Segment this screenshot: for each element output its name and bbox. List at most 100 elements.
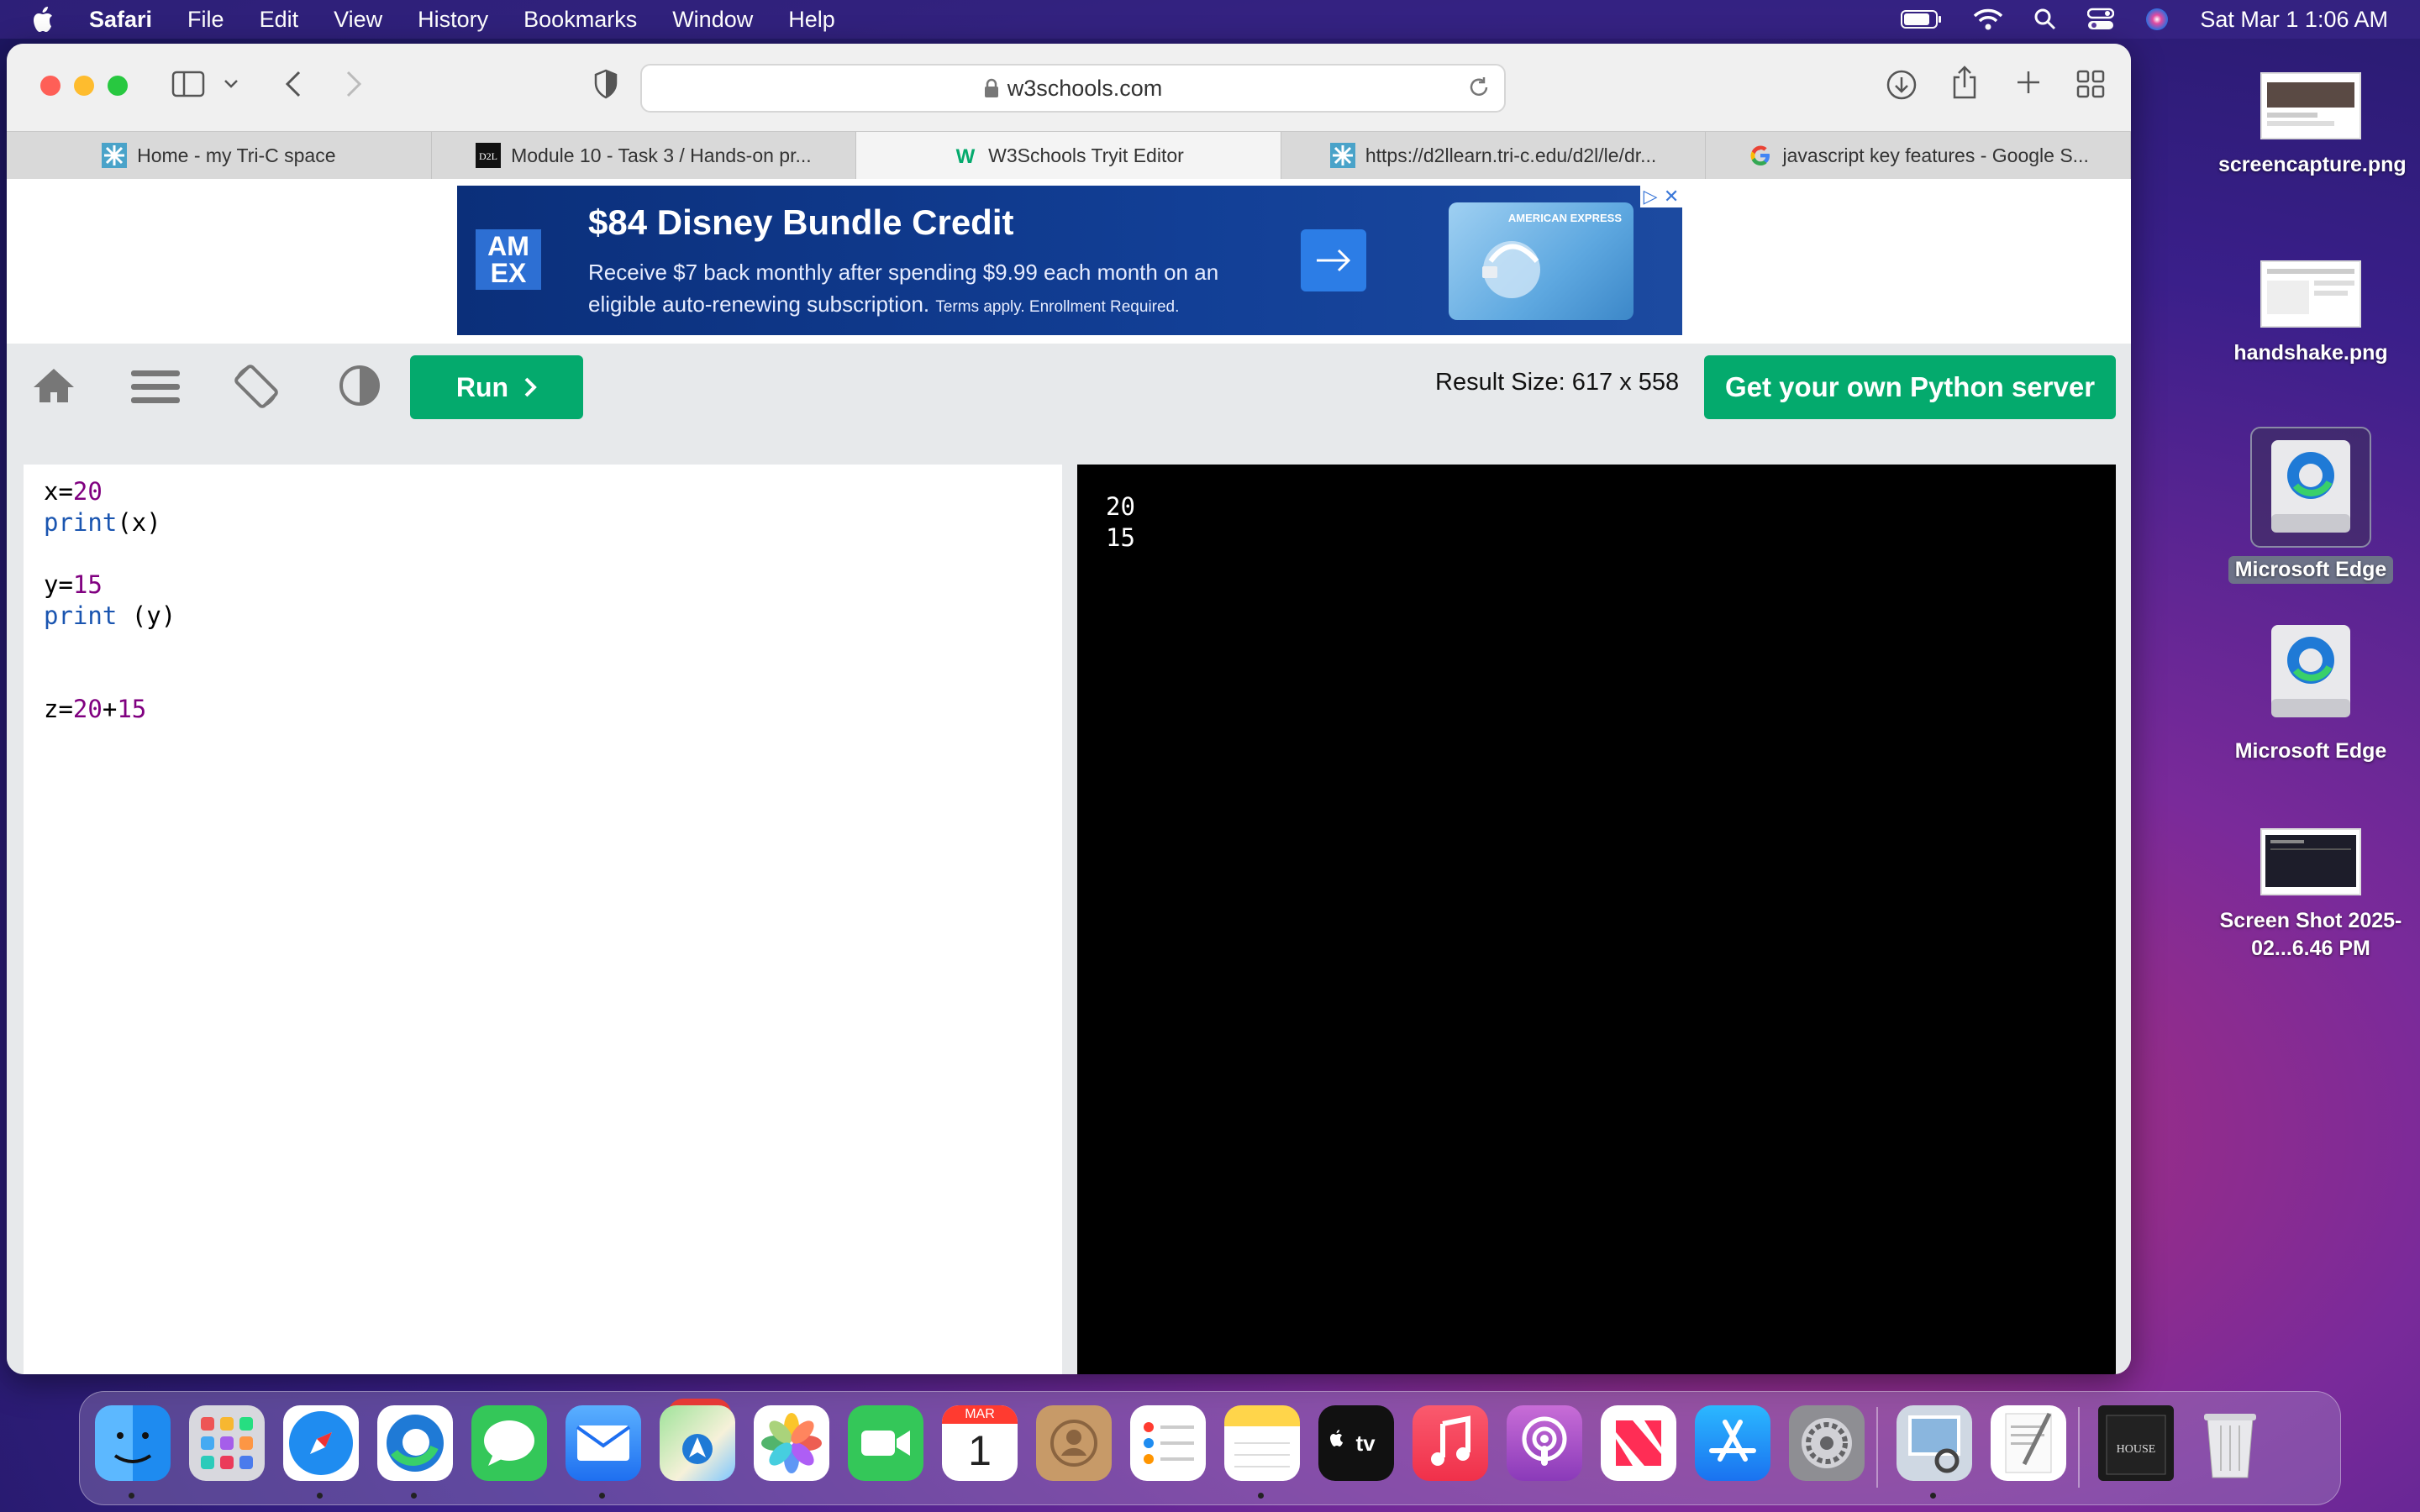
dock-apple-tv[interactable]: tv bbox=[1318, 1405, 1394, 1481]
dock-microsoft-edge[interactable] bbox=[377, 1405, 453, 1481]
envelope-icon bbox=[576, 1425, 631, 1461]
battery-icon[interactable] bbox=[1901, 9, 1943, 29]
maps-arrow-icon bbox=[682, 1434, 713, 1464]
dock-contacts[interactable] bbox=[1036, 1405, 1112, 1481]
forward-icon[interactable] bbox=[343, 69, 365, 99]
zoom-window-button[interactable] bbox=[108, 76, 128, 96]
dock-messages[interactable] bbox=[471, 1405, 547, 1481]
code-line[interactable] bbox=[44, 538, 176, 570]
dock-launchpad[interactable] bbox=[189, 1405, 265, 1481]
ad-choices[interactable]: ▷ ✕ bbox=[1640, 186, 1682, 207]
desktop-file-screenshot[interactable]: Screen Shot 2025-02...6.46 PM bbox=[2218, 828, 2403, 963]
menu-icon[interactable] bbox=[131, 369, 180, 406]
tab-google-search[interactable]: javascript key features - Google S... bbox=[1706, 132, 2131, 179]
code-line[interactable]: print (y) bbox=[44, 601, 176, 632]
code-line[interactable]: print(x) bbox=[44, 507, 176, 538]
advertisement-banner[interactable]: AM EX $84 Disney Bundle Credit Receive $… bbox=[457, 186, 1682, 335]
desktop-label: Screen Shot 2025-02...6.46 PM bbox=[2219, 909, 2402, 960]
dock-maps[interactable] bbox=[660, 1405, 735, 1481]
tab-d2l-learn[interactable]: https://d2llearn.tri-c.edu/d2l/le/dr... bbox=[1281, 132, 1707, 179]
code-line[interactable]: x=20 bbox=[44, 476, 176, 507]
dock-house-folder[interactable]: HOUSE bbox=[2098, 1405, 2174, 1481]
code-line[interactable] bbox=[44, 632, 176, 663]
desktop-file-screencapture[interactable]: screencapture.png bbox=[2218, 72, 2407, 179]
dock-photos[interactable] bbox=[754, 1405, 829, 1481]
dock-preview[interactable] bbox=[1897, 1405, 1972, 1481]
home-icon[interactable] bbox=[32, 367, 76, 404]
minimize-window-button[interactable] bbox=[74, 76, 94, 96]
reload-icon[interactable] bbox=[1467, 76, 1491, 99]
sidebar-toggle-icon[interactable] bbox=[171, 69, 205, 99]
downloads-icon[interactable] bbox=[1886, 69, 1918, 101]
menu-history[interactable]: History bbox=[418, 7, 488, 33]
dock-safari[interactable] bbox=[283, 1405, 359, 1481]
dock-app-store[interactable] bbox=[1695, 1405, 1770, 1481]
menu-app-name[interactable]: Safari bbox=[89, 7, 152, 33]
code-line[interactable] bbox=[44, 663, 176, 694]
code-line[interactable]: y=15 bbox=[44, 570, 176, 601]
desktop-drive-edge-selected[interactable]: Microsoft Edge bbox=[2218, 427, 2403, 584]
spotlight-search-icon[interactable] bbox=[2033, 8, 2057, 31]
ad-arrow-button[interactable] bbox=[1301, 229, 1366, 291]
menu-view[interactable]: View bbox=[334, 7, 382, 33]
desktop-label: handshake.png bbox=[2233, 341, 2388, 365]
drive-icon bbox=[2260, 622, 2361, 726]
menu-edit[interactable]: Edit bbox=[260, 7, 299, 33]
dock-music[interactable] bbox=[1413, 1405, 1488, 1481]
desktop-label: Microsoft Edge bbox=[2228, 556, 2394, 584]
menu-bookmarks[interactable]: Bookmarks bbox=[523, 7, 637, 33]
dock-news[interactable] bbox=[1601, 1405, 1676, 1481]
rotate-orientation-icon[interactable] bbox=[232, 362, 281, 411]
menu-window[interactable]: Window bbox=[672, 7, 753, 33]
code-text[interactable]: x=20 print(x) y=15 print (y) z=20+15 bbox=[44, 476, 176, 725]
svg-text:HOUSE: HOUSE bbox=[2117, 1443, 2156, 1456]
tab-tri-c-home[interactable]: Home - my Tri-C space bbox=[7, 132, 432, 179]
dock-trash[interactable] bbox=[2192, 1405, 2268, 1481]
dock-mail[interactable] bbox=[566, 1405, 641, 1481]
launchpad-icon bbox=[201, 1417, 253, 1469]
code-editor[interactable]: x=20 print(x) y=15 print (y) z=20+15 bbox=[24, 465, 1062, 1374]
ad-strip: AM EX $84 Disney Bundle Credit Receive $… bbox=[7, 179, 2131, 344]
code-line[interactable]: z=20+15 bbox=[44, 694, 176, 725]
code-token: z= bbox=[44, 695, 73, 723]
tab-w3schools-tryit[interactable]: W W3Schools Tryit Editor bbox=[856, 132, 1281, 179]
dock-podcasts[interactable] bbox=[1507, 1405, 1582, 1481]
address-bar[interactable]: w3schools.com bbox=[640, 64, 1506, 113]
menu-help[interactable]: Help bbox=[788, 7, 835, 33]
dock-reminders[interactable] bbox=[1130, 1405, 1206, 1481]
dock-separator bbox=[1876, 1407, 1878, 1488]
tab-d2l-module[interactable]: D2L Module 10 - Task 3 / Hands-on pr... bbox=[432, 132, 857, 179]
theme-toggle-icon[interactable] bbox=[338, 364, 381, 407]
dock-system-preferences[interactable] bbox=[1789, 1405, 1865, 1481]
code-token: x= bbox=[44, 477, 73, 506]
dock-calendar[interactable]: MAR 1 bbox=[942, 1405, 1018, 1481]
back-icon[interactable] bbox=[282, 69, 304, 99]
menu-file[interactable]: File bbox=[187, 7, 224, 33]
close-window-button[interactable] bbox=[40, 76, 60, 96]
control-center-icon[interactable] bbox=[2087, 8, 2115, 31]
run-button[interactable]: Run bbox=[410, 355, 583, 419]
chevron-down-icon[interactable] bbox=[224, 79, 239, 89]
apple-menu-icon[interactable] bbox=[32, 5, 57, 34]
ad-choices-icon[interactable]: ▷ bbox=[1644, 186, 1658, 207]
dock-separator bbox=[2078, 1407, 2080, 1488]
dock-finder[interactable] bbox=[95, 1405, 171, 1481]
credit-card-image: AMERICAN EXPRESS bbox=[1449, 202, 1634, 320]
tab-overview-icon[interactable] bbox=[2075, 69, 2106, 99]
tab-label: Home - my Tri-C space bbox=[137, 144, 336, 166]
dock-textedit[interactable] bbox=[1991, 1405, 2066, 1481]
share-icon[interactable] bbox=[1951, 66, 1978, 99]
siri-icon[interactable] bbox=[2144, 7, 2170, 32]
menu-clock[interactable]: Sat Mar 1 1:06 AM bbox=[2200, 7, 2388, 33]
new-tab-icon[interactable] bbox=[2015, 69, 2042, 96]
running-indicator bbox=[599, 1493, 605, 1499]
desktop-drive-edge[interactable]: Microsoft Edge bbox=[2218, 622, 2403, 765]
dock-notes[interactable] bbox=[1224, 1405, 1300, 1481]
ad-close-icon[interactable]: ✕ bbox=[1664, 186, 1679, 207]
privacy-shield-icon[interactable] bbox=[593, 69, 618, 99]
dock-facetime[interactable] bbox=[848, 1405, 923, 1481]
desktop-file-handshake[interactable]: handshake.png bbox=[2218, 260, 2403, 367]
code-number: 20 bbox=[72, 477, 103, 506]
wifi-icon[interactable] bbox=[1973, 8, 2003, 31]
get-python-server-button[interactable]: Get your own Python server bbox=[1704, 355, 2116, 419]
